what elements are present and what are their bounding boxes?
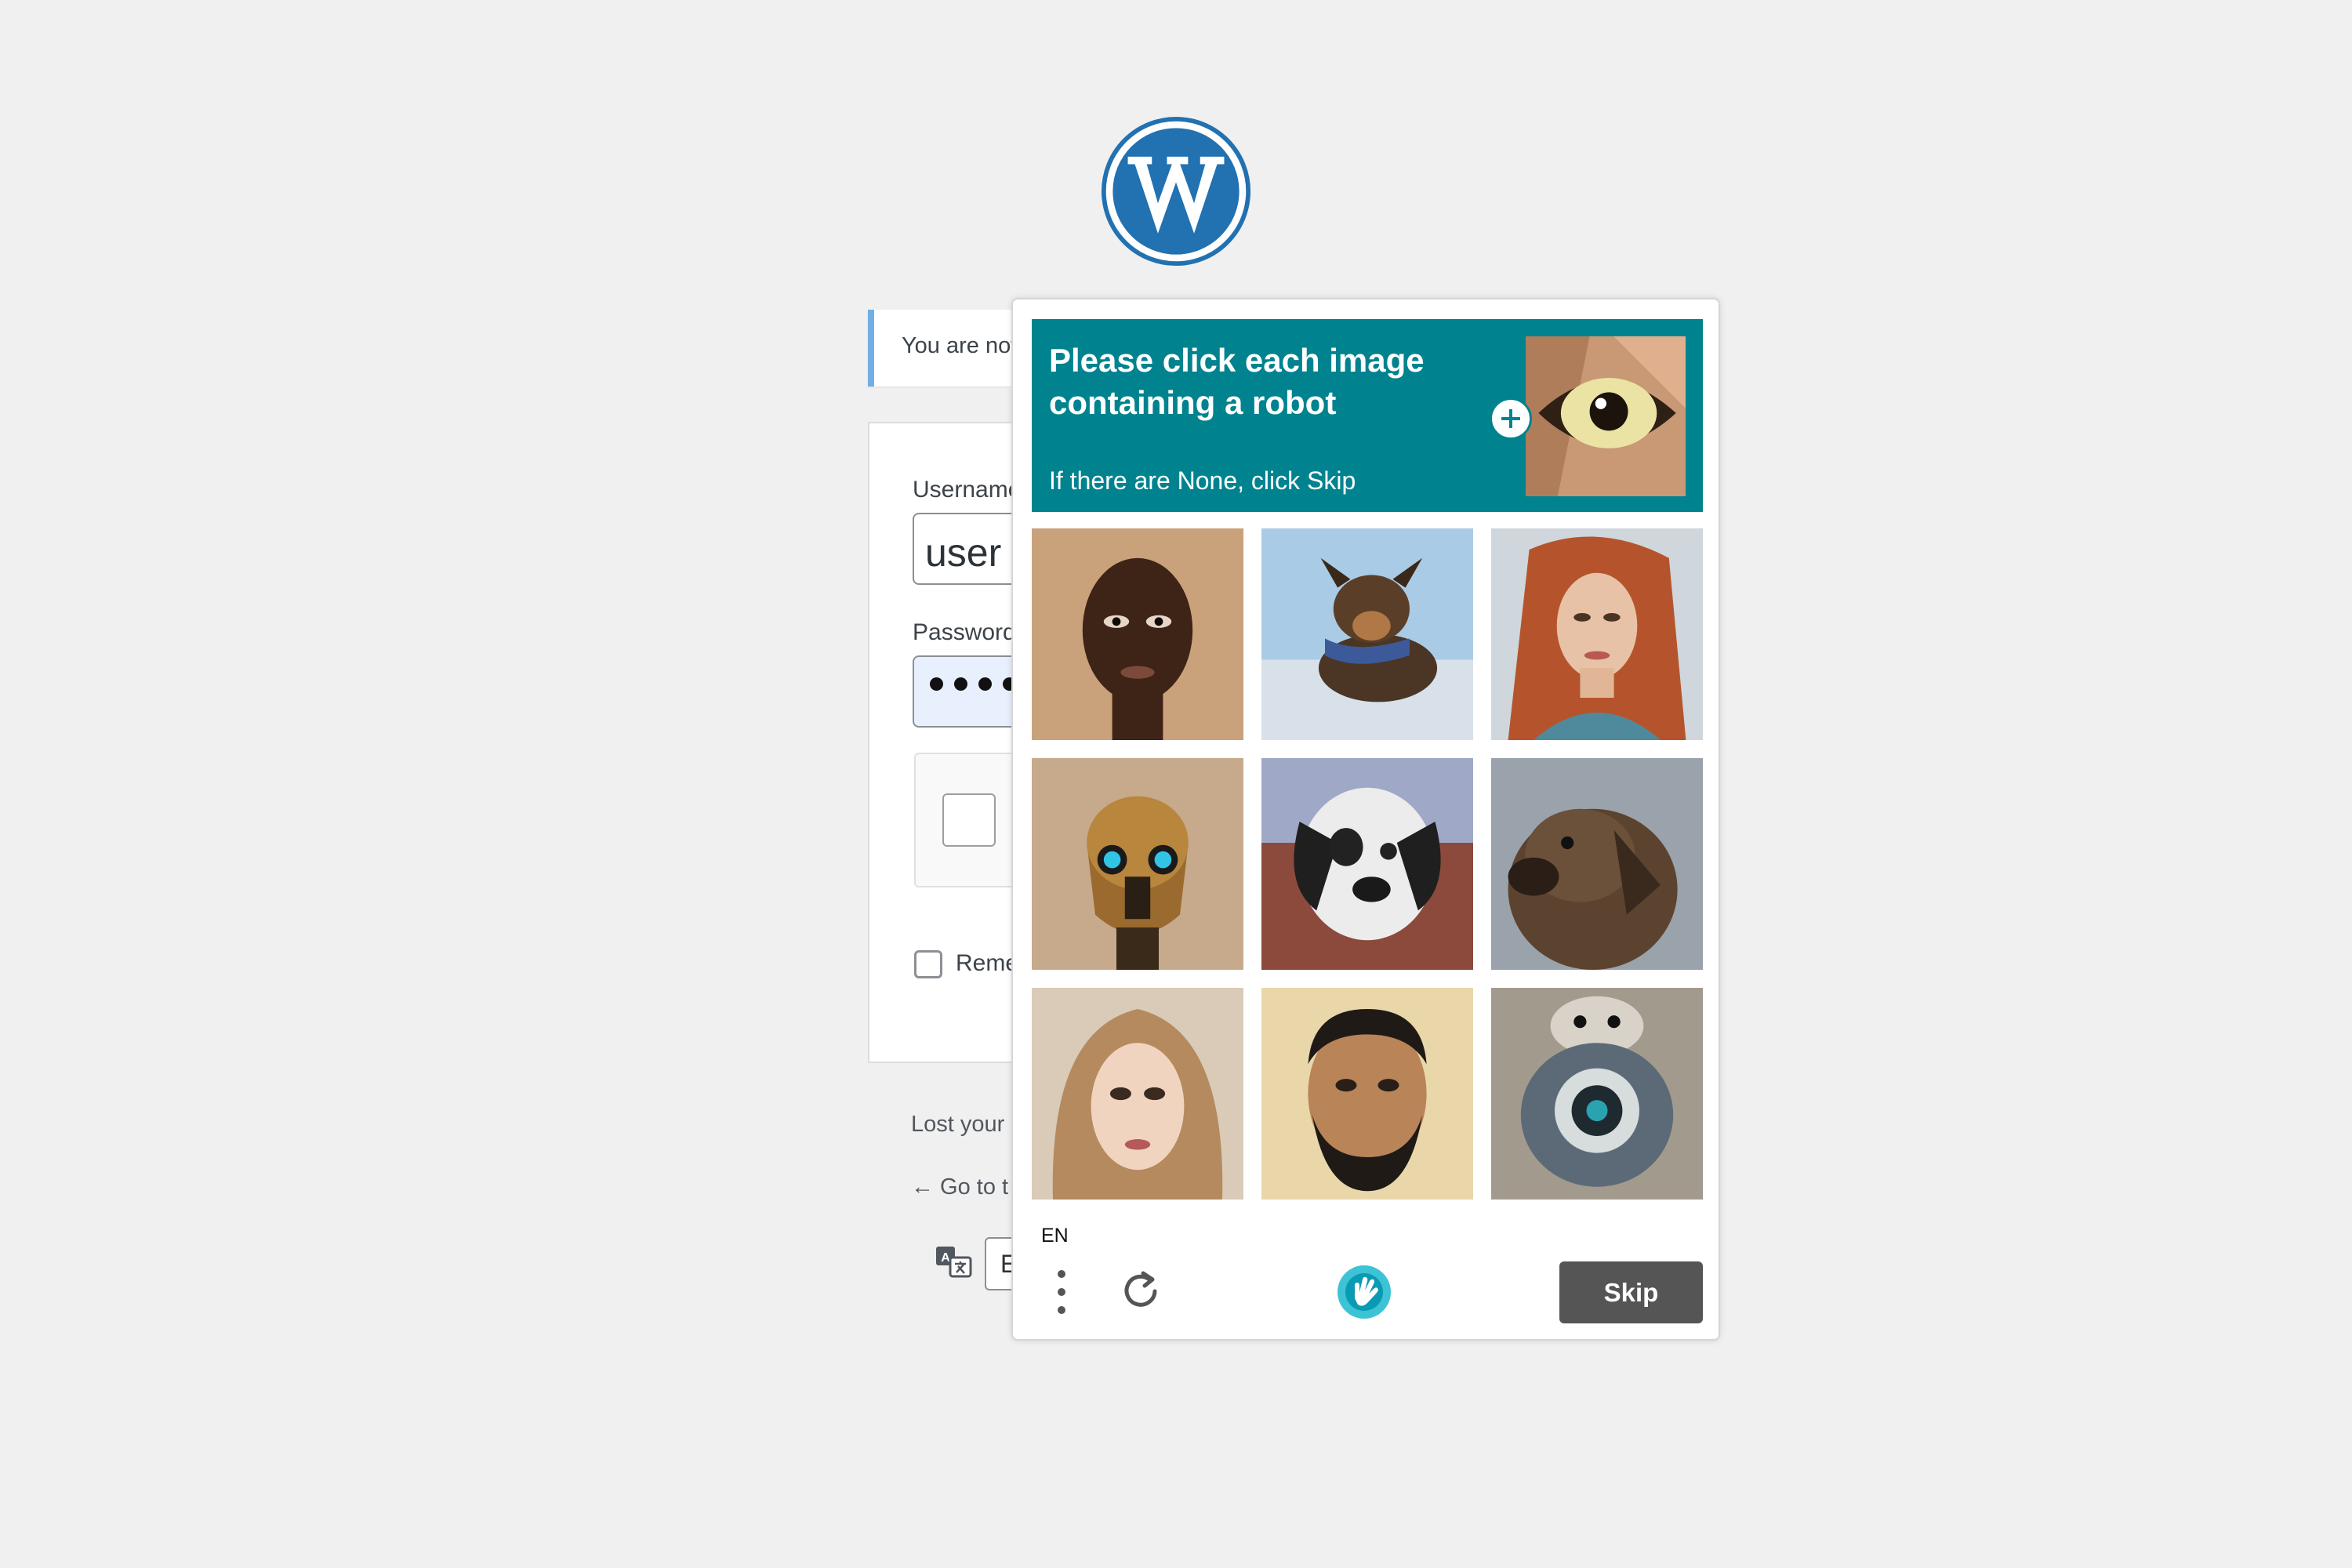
username-label: Username [913, 477, 1022, 503]
language-code[interactable]: EN [1041, 1225, 1069, 1247]
translate-icon: A [935, 1245, 972, 1278]
hcaptcha-challenge: Please click each image containing a rob… [1011, 298, 1720, 1341]
wordpress-logo[interactable] [1101, 116, 1251, 267]
challenge-image-4[interactable] [1032, 758, 1243, 970]
lost-password-link[interactable]: Lost your [911, 1112, 1004, 1138]
challenge-image-grid [1032, 528, 1703, 1200]
password-label: Password [913, 619, 1016, 645]
challenge-image-9[interactable] [1491, 988, 1703, 1200]
challenge-image-2[interactable] [1261, 528, 1473, 740]
hcaptcha-checkbox[interactable] [942, 793, 996, 847]
username-value: user [925, 531, 1002, 575]
refresh-icon[interactable] [1118, 1269, 1163, 1314]
challenge-prompt: Please click each image containing a rob… [1032, 319, 1703, 512]
back-to-site-link[interactable]: ← Go to t [911, 1174, 1008, 1200]
challenge-image-3[interactable] [1491, 528, 1703, 740]
hcaptcha-logo-icon[interactable] [1334, 1262, 1394, 1322]
remember-me-checkbox[interactable] [914, 950, 942, 978]
notice-text: You are now [902, 333, 1028, 358]
challenge-image-7[interactable] [1032, 988, 1243, 1200]
challenge-image-5[interactable] [1261, 758, 1473, 970]
skip-button[interactable]: Skip [1559, 1261, 1703, 1323]
svg-text:A: A [941, 1251, 950, 1265]
challenge-image-8[interactable] [1261, 988, 1473, 1200]
prompt-title: Please click each image containing a rob… [1049, 342, 1425, 421]
menu-icon[interactable] [1051, 1269, 1073, 1316]
prompt-subtitle: If there are None, click Skip [1049, 466, 1356, 495]
example-image [1526, 336, 1686, 496]
challenge-image-1[interactable] [1032, 528, 1243, 740]
challenge-image-6[interactable] [1491, 758, 1703, 970]
zoom-example-button[interactable] [1490, 397, 1532, 440]
